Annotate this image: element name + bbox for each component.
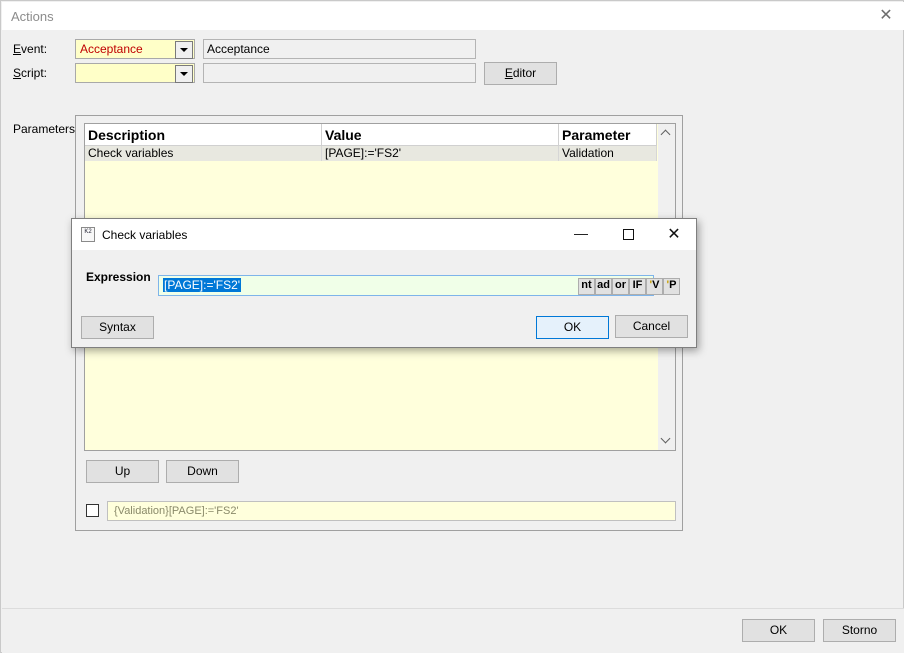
dialog-ok-button[interactable]: OK bbox=[536, 316, 609, 339]
expression-value: [PAGE]:='FS2' bbox=[163, 278, 242, 292]
table-row-cell-value[interactable]: [PAGE]:='FS2' bbox=[322, 146, 559, 161]
up-button[interactable]: Up bbox=[86, 460, 159, 483]
column-header-description[interactable]: Description bbox=[85, 124, 322, 146]
event-name-field: Acceptance bbox=[203, 39, 476, 59]
storno-button[interactable]: Storno bbox=[823, 619, 896, 642]
summary-field: {Validation}[PAGE]:='FS2' bbox=[107, 501, 676, 521]
dialog-title: Check variables bbox=[102, 228, 188, 242]
toolbar-if-button[interactable]: IF bbox=[629, 278, 646, 295]
minimize-icon[interactable]: — bbox=[569, 225, 593, 245]
dialog-cancel-button[interactable]: Cancel bbox=[615, 315, 688, 338]
toolbar-v-button[interactable]: 'V bbox=[646, 278, 663, 295]
table-row-cell-parameter[interactable]: Validation bbox=[559, 146, 657, 161]
table-row-cell-description[interactable]: Check variables bbox=[85, 146, 322, 161]
script-label: Script: bbox=[13, 66, 48, 80]
app-icon: K2 bbox=[81, 227, 95, 242]
scroll-up-icon[interactable] bbox=[660, 129, 671, 140]
script-name-field bbox=[203, 63, 476, 83]
parameters-label: Parameters: bbox=[13, 122, 79, 136]
dialog-titlebar[interactable]: K2 Check variables — ✕ bbox=[72, 219, 696, 250]
event-label: Event: bbox=[13, 42, 48, 56]
syntax-button[interactable]: Syntax bbox=[81, 316, 154, 339]
chevron-down-icon[interactable] bbox=[175, 41, 193, 59]
close-icon[interactable]: ✕ bbox=[662, 224, 686, 244]
toolbar-or-button[interactable]: or bbox=[612, 278, 629, 295]
editor-button[interactable]: Editor bbox=[484, 62, 557, 85]
scroll-down-icon[interactable] bbox=[660, 433, 671, 444]
down-button[interactable]: Down bbox=[166, 460, 239, 483]
toolbar-nt-button[interactable]: nt bbox=[578, 278, 595, 295]
toolbar-p-button[interactable]: 'P bbox=[663, 278, 680, 295]
ok-button[interactable]: OK bbox=[742, 619, 815, 642]
window-title: Actions bbox=[11, 9, 54, 24]
chevron-down-icon[interactable] bbox=[175, 65, 193, 83]
column-header-parameter[interactable]: Parameter bbox=[559, 124, 657, 146]
event-combobox-value: Acceptance bbox=[80, 42, 143, 56]
window-titlebar[interactable]: Actions ✕ bbox=[2, 2, 904, 30]
event-combobox[interactable]: Acceptance bbox=[75, 39, 195, 59]
toolbar-ad-button[interactable]: ad bbox=[595, 278, 612, 295]
check-variables-dialog: K2 Check variables — ✕ Expression [PAGE]… bbox=[71, 218, 697, 348]
summary-checkbox[interactable] bbox=[86, 504, 99, 517]
column-header-value[interactable]: Value bbox=[322, 124, 559, 146]
maximize-icon[interactable] bbox=[617, 225, 641, 245]
script-combobox[interactable] bbox=[75, 63, 195, 83]
close-icon[interactable]: ✕ bbox=[874, 5, 898, 27]
expression-input[interactable]: [PAGE]:='FS2' nt ad or IF 'V 'P bbox=[158, 275, 680, 296]
expression-label: Expression bbox=[86, 270, 151, 284]
